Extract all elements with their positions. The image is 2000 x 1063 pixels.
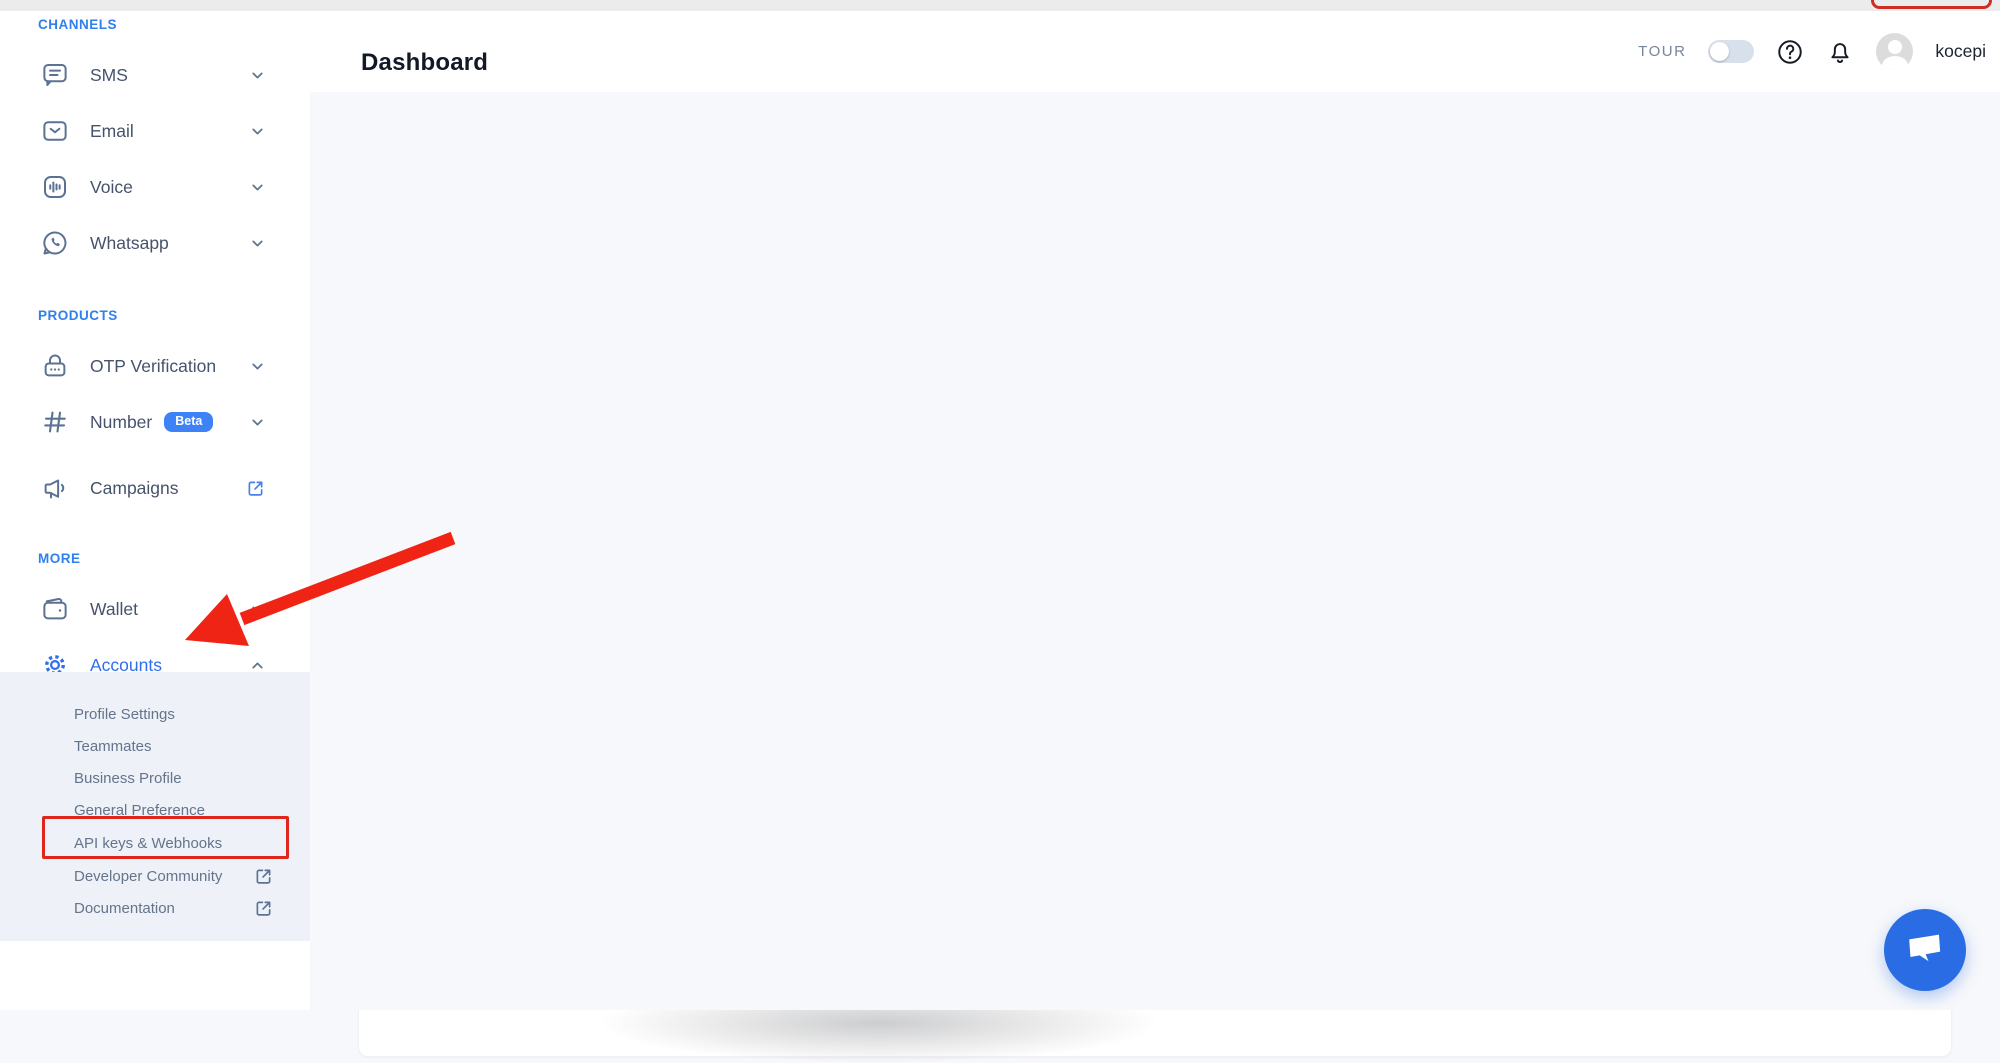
whatsapp-icon <box>40 228 70 258</box>
sidebar-item-label: Email <box>90 121 134 142</box>
sidebar-item-voice[interactable]: Voice <box>0 167 310 207</box>
chevron-down-icon <box>249 235 266 252</box>
otp-lock-icon <box>40 351 70 381</box>
submenu-item-label: Documentation <box>74 900 175 917</box>
chevron-down-icon <box>249 67 266 84</box>
submenu-item-documentation[interactable]: Documentation <box>0 892 310 924</box>
browser-chrome-strip <box>0 0 2000 11</box>
tour-toggle[interactable] <box>1708 40 1754 63</box>
sidebar-item-label: SMS <box>90 65 128 86</box>
sidebar: CHANNELS SMS Email Voice Whatsapp PROD <box>0 11 310 1010</box>
products-section-label: PRODUCTS <box>38 308 310 323</box>
submenu-item-api-keys-webhooks[interactable]: API keys & Webhooks <box>0 826 310 860</box>
external-link-icon <box>253 898 274 919</box>
beta-badge: Beta <box>164 412 213 432</box>
accounts-submenu: Profile Settings Teammates Business Prof… <box>0 672 310 941</box>
hashtag-icon <box>40 407 70 437</box>
sidebar-item-wallet[interactable]: Wallet <box>0 589 310 629</box>
external-link-icon <box>245 478 266 499</box>
chat-bubble-icon <box>1903 929 1948 972</box>
sidebar-item-label: Wallet <box>90 599 138 620</box>
sidebar-item-otp-verification[interactable]: OTP Verification <box>0 346 310 386</box>
submenu-item-label: Developer Community <box>74 868 222 885</box>
channels-section-label: CHANNELS <box>38 17 310 32</box>
external-link-icon <box>253 866 274 887</box>
topbar-actions: TOUR kocepi <box>1638 11 1986 92</box>
sidebar-item-label: Campaigns <box>90 478 179 499</box>
chevron-down-icon <box>249 414 266 431</box>
wallet-icon <box>40 594 70 624</box>
submenu-item-profile-settings[interactable]: Profile Settings <box>0 698 310 730</box>
notifications-bell-icon[interactable] <box>1826 38 1854 66</box>
sidebar-item-label: Whatsapp <box>90 233 169 254</box>
submenu-item-teammates[interactable]: Teammates <box>0 730 310 762</box>
tour-label: TOUR <box>1638 43 1686 60</box>
sidebar-item-label: Voice <box>90 177 133 198</box>
sidebar-item-campaigns[interactable]: Campaigns <box>0 468 310 508</box>
submenu-item-business-profile[interactable]: Business Profile <box>0 762 310 794</box>
more-section-label: MORE <box>38 551 310 566</box>
sms-icon <box>40 60 70 90</box>
main-content <box>310 92 2000 1010</box>
avatar[interactable] <box>1876 33 1913 70</box>
chevron-down-icon <box>249 358 266 375</box>
page-title: Dashboard <box>361 49 488 77</box>
sidebar-item-whatsapp[interactable]: Whatsapp <box>0 223 310 263</box>
submenu-item-developer-community[interactable]: Developer Community <box>0 860 310 892</box>
username[interactable]: kocepi <box>1935 41 1986 62</box>
chevron-down-icon <box>249 601 266 618</box>
chevron-down-icon <box>249 179 266 196</box>
chat-fab-button[interactable] <box>1884 909 1966 991</box>
email-icon <box>40 116 70 146</box>
voice-icon <box>40 172 70 202</box>
chevron-down-icon <box>249 123 266 140</box>
sidebar-item-number[interactable]: Number Beta <box>0 402 310 442</box>
red-annotation-fragment <box>1871 0 1992 9</box>
megaphone-icon <box>40 473 70 503</box>
sidebar-item-sms[interactable]: SMS <box>0 55 310 95</box>
help-icon[interactable] <box>1776 38 1804 66</box>
toggle-knob <box>1710 42 1729 61</box>
submenu-item-general-preference[interactable]: General Preference <box>0 794 310 826</box>
sidebar-item-label: Number <box>90 412 152 433</box>
chevron-up-icon <box>249 657 266 674</box>
sidebar-item-email[interactable]: Email <box>0 111 310 151</box>
sidebar-item-label: OTP Verification <box>90 356 216 377</box>
